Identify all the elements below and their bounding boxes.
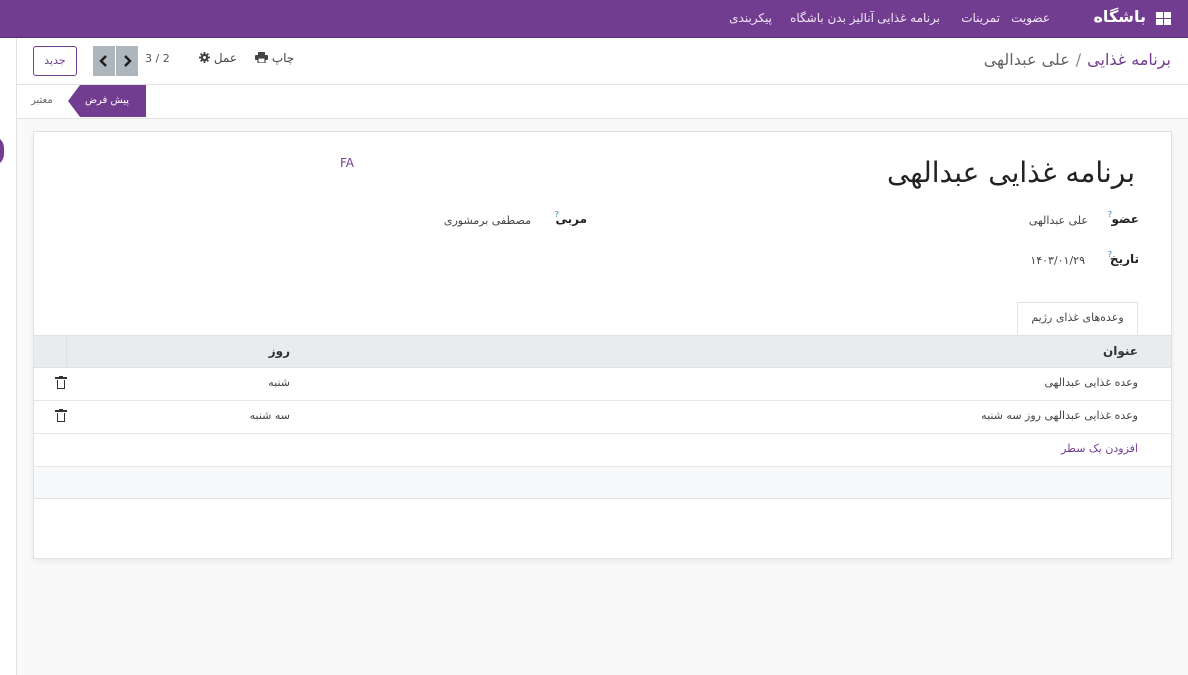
- chevron-left-icon: [99, 55, 107, 67]
- table-row[interactable]: وعده غذایی عبدالهی شنبه: [34, 368, 1171, 401]
- menu-exercises[interactable]: تمرینات: [961, 11, 1000, 25]
- form-sheet: FA برنامه غذایی عبدالهی عضو ? علی عبداله…: [33, 131, 1172, 559]
- brand-title[interactable]: باشگاه: [1093, 7, 1146, 26]
- date-help-icon[interactable]: ?: [1108, 250, 1112, 259]
- menu-configuration[interactable]: پیکربندی: [729, 11, 772, 25]
- row-title[interactable]: وعده غذایی عبدالهی روز سه شنبه: [981, 409, 1138, 422]
- stage-default[interactable]: پیش فرض: [68, 85, 146, 117]
- coach-label: مربی: [555, 212, 587, 226]
- row-day[interactable]: سه شنبه: [250, 409, 290, 422]
- column-day[interactable]: روز: [269, 344, 290, 358]
- member-field[interactable]: علی عبدالهی: [1029, 214, 1088, 227]
- status-bar: پیش فرض معتبر: [17, 85, 1188, 119]
- empty-row: [34, 466, 1171, 499]
- menu-body-analysis[interactable]: آنالیز بدن باشگاه: [790, 11, 874, 25]
- date-field[interactable]: ۱۴۰۳/۰۱/۲۹: [1030, 254, 1085, 267]
- member-help-icon[interactable]: ?: [1108, 210, 1112, 219]
- pager-previous-button[interactable]: [93, 46, 115, 76]
- pager-next-button[interactable]: [116, 46, 138, 76]
- table-header: عنوان روز: [34, 336, 1171, 368]
- tab-diet-meals[interactable]: وعده‌های غذای رژیم: [1017, 302, 1138, 336]
- print-label: چاپ: [271, 51, 295, 65]
- chevron-right-icon: [124, 55, 132, 67]
- stage-valid[interactable]: معتبر: [31, 95, 53, 106]
- trash-icon[interactable]: [55, 376, 67, 389]
- column-title[interactable]: عنوان: [1103, 344, 1138, 358]
- pager-value[interactable]: 3 / 2: [145, 52, 170, 65]
- breadcrumb-separator: /: [1075, 50, 1082, 69]
- left-strip: [0, 38, 17, 675]
- coach-field[interactable]: مصطفی برمشوری: [444, 214, 531, 227]
- print-button[interactable]: چاپ: [255, 51, 294, 65]
- breadcrumb-current: علی عبدالهی: [983, 50, 1070, 69]
- row-day[interactable]: شنبه: [268, 376, 290, 389]
- member-label: عضو: [1111, 212, 1139, 226]
- coach-help-icon[interactable]: ?: [555, 210, 559, 219]
- row-title[interactable]: وعده غذایی عبدالهی: [1044, 376, 1138, 389]
- new-button[interactable]: جدید: [33, 46, 77, 76]
- printer-icon: [255, 52, 268, 64]
- control-panel: برنامه غذایی/علی عبدالهی جدید 3 / 2 عمل …: [17, 38, 1188, 85]
- record-title[interactable]: برنامه غذایی عبدالهی: [887, 156, 1135, 189]
- add-line-link[interactable]: افزودن یک سطر: [1061, 442, 1138, 455]
- breadcrumb: برنامه غذایی / علی عبدالهی: [984, 50, 1171, 69]
- action-button[interactable]: عمل: [199, 51, 237, 65]
- trash-icon[interactable]: [55, 409, 67, 422]
- column-separator: [66, 336, 67, 368]
- gear-icon: [199, 52, 210, 63]
- menu-diet-plan[interactable]: برنامه غذایی: [877, 11, 940, 25]
- table-row[interactable]: وعده غذایی عبدالهی روز سه شنبه سه شنبه: [34, 401, 1171, 434]
- menu-membership[interactable]: عضویت: [1011, 11, 1050, 25]
- action-label: عمل: [213, 51, 238, 65]
- apps-grid-icon[interactable]: [1156, 12, 1172, 26]
- date-label: تاریخ: [1109, 252, 1139, 266]
- language-toggle[interactable]: FA: [340, 156, 354, 170]
- add-line-row: افزودن یک سطر: [34, 434, 1171, 467]
- top-navbar: باشگاه عضویت تمرینات برنامه غذایی آنالیز…: [0, 0, 1188, 38]
- breadcrumb-parent[interactable]: برنامه غذایی: [1087, 50, 1171, 69]
